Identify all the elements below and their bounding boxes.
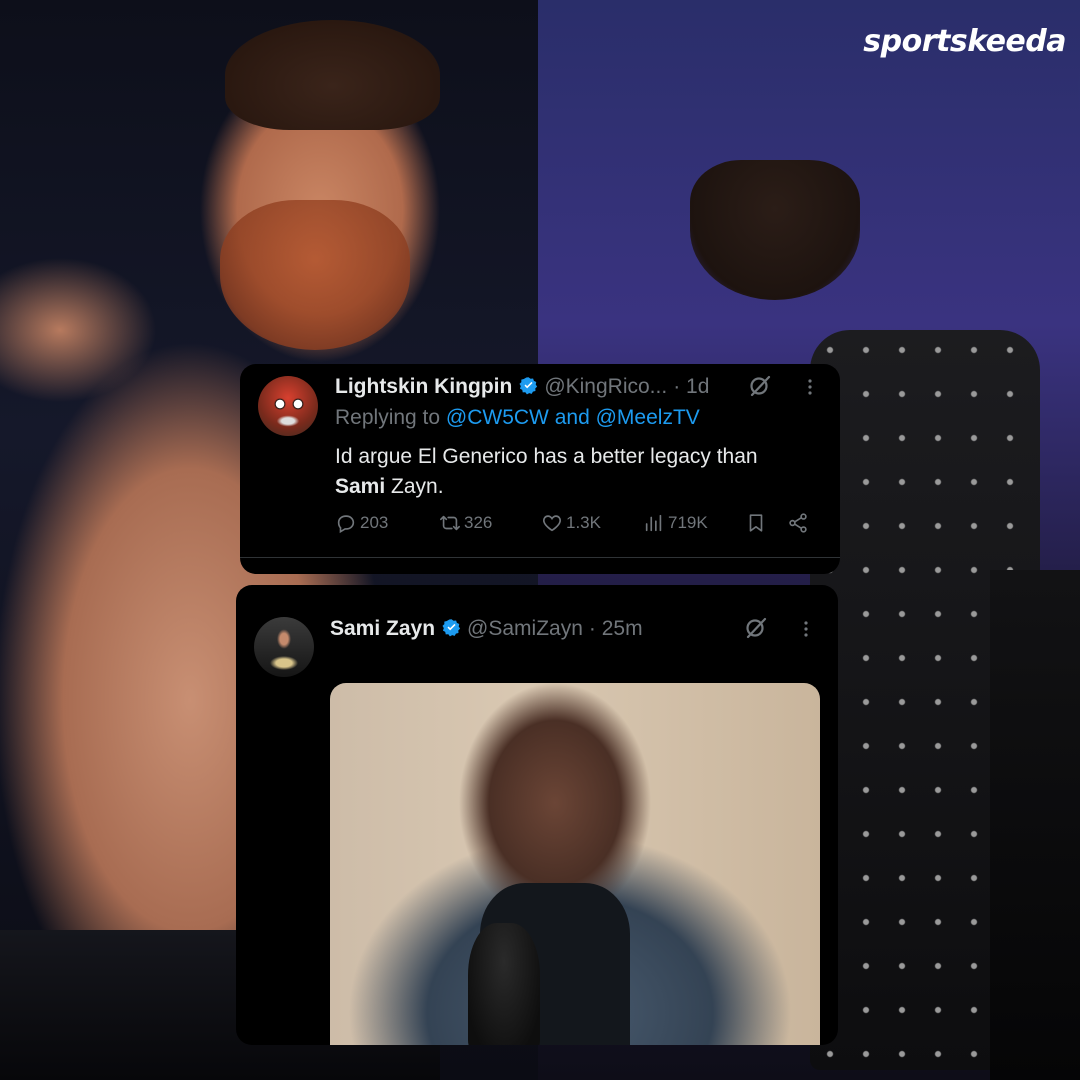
reply-button[interactable]: 203: [335, 512, 388, 534]
bookmark-icon: [749, 514, 763, 532]
tweet-text-bold: Sami: [335, 475, 386, 498]
tweet-card-reply[interactable]: Lightskin Kingpin @KingRico... · 1d Repl…: [240, 364, 840, 574]
right-wrestler-sleeve: [990, 570, 1080, 1080]
tweet-header: Lightskin Kingpin @KingRico... · 1d: [335, 374, 709, 399]
reply-count: 203: [360, 513, 389, 532]
like-icon: [543, 515, 561, 532]
display-name[interactable]: Lightskin Kingpin: [335, 375, 512, 399]
tweet-text-part: Zayn.: [385, 475, 444, 498]
retweet-count: 326: [464, 513, 493, 532]
views-icon: [645, 514, 662, 532]
retweet-icon: [440, 515, 460, 531]
share-icon: [789, 513, 807, 533]
bookmark-button[interactable]: [745, 512, 770, 534]
timestamp[interactable]: · 1d: [673, 375, 709, 399]
like-count: 1.3K: [566, 513, 601, 532]
retweet-button[interactable]: 326: [439, 512, 492, 534]
display-name[interactable]: Sami Zayn: [330, 617, 435, 641]
handle[interactable]: @SamiZayn: [467, 617, 583, 641]
tweet-text: Id argue El Generico has a better legacy…: [335, 442, 815, 502]
share-button[interactable]: [787, 512, 812, 534]
grok-icon[interactable]: [748, 374, 772, 398]
views-button[interactable]: 719K: [643, 512, 708, 534]
grok-icon[interactable]: [744, 616, 768, 640]
media-microphone: [468, 923, 540, 1045]
avatar[interactable]: [254, 617, 314, 677]
views-count: 719K: [668, 513, 708, 532]
mention-link[interactable]: @MeelzTV: [596, 406, 700, 429]
tweet-card-response[interactable]: Sami Zayn @SamiZayn · 25m: [236, 585, 838, 1045]
right-wrestler-beard: [690, 160, 860, 300]
tweet-actions: 203 326 1.3K 719K: [335, 512, 815, 538]
tweet-media-image[interactable]: [330, 683, 820, 1045]
mention-joiner: and: [548, 406, 596, 429]
left-wrestler-beard: [220, 200, 410, 350]
handle[interactable]: @KingRico...: [544, 375, 667, 399]
verified-badge-icon: [519, 376, 538, 395]
verified-badge-icon: [442, 618, 461, 637]
brand-logo: sportskeeda: [863, 24, 1066, 59]
timestamp[interactable]: · 25m: [589, 617, 643, 641]
replying-prefix: Replying to: [335, 406, 446, 429]
more-icon[interactable]: [796, 619, 816, 639]
tweet-text-part: Id argue El Generico has a better legacy…: [335, 445, 758, 468]
more-icon[interactable]: [800, 377, 820, 397]
avatar[interactable]: [258, 376, 318, 436]
reply-icon: [337, 515, 355, 534]
like-button[interactable]: 1.3K: [541, 512, 601, 534]
left-wrestler-hair: [225, 20, 440, 130]
replying-to: Replying to @CW5CW and @MeelzTV: [335, 406, 700, 430]
tweet-header: Sami Zayn @SamiZayn · 25m: [330, 616, 643, 641]
mention-link[interactable]: @CW5CW: [446, 406, 549, 429]
divider: [240, 557, 840, 558]
